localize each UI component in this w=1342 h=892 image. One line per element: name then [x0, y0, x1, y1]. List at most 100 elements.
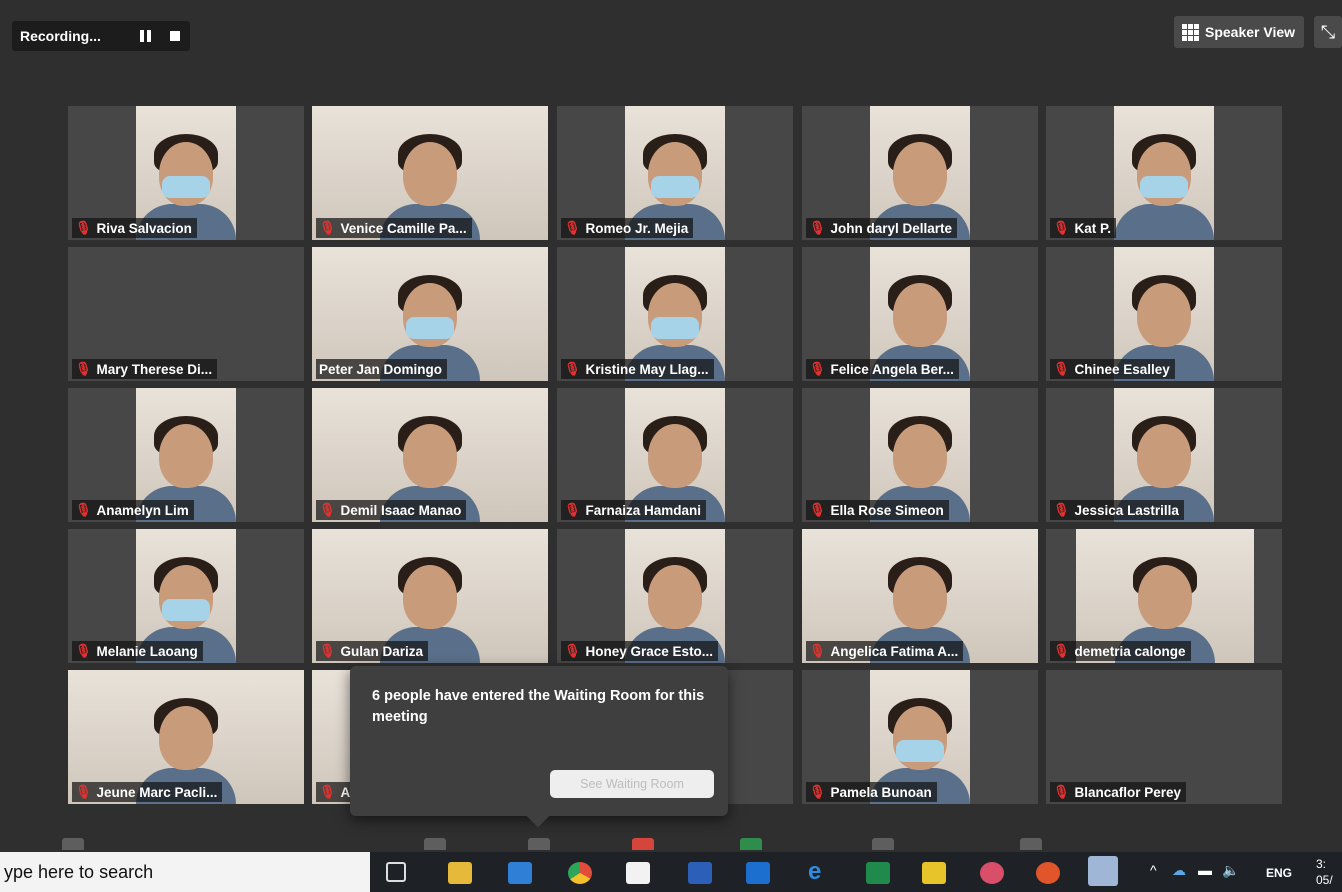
participant-name: demetria calonge [1074, 643, 1186, 659]
participant-nameplate: 🎙 Kat P. [1050, 218, 1117, 238]
participant-tile[interactable]: 🎙 Felice Angela Ber... [802, 247, 1038, 381]
participant-tile[interactable]: 🎙 Gulan Dariza [312, 529, 548, 663]
muted-mic-icon: 🎙 [564, 502, 581, 517]
participant-tile[interactable]: 🎙 demetria calonge [1046, 529, 1282, 663]
clock-date: 05/ [1316, 873, 1333, 887]
participant-tile[interactable]: 🎙 Pamela Bunoan [802, 670, 1038, 804]
gallery-grid-icon [1182, 23, 1199, 41]
participant-tile[interactable]: 🎙 Farnaiza Hamdani [557, 388, 793, 522]
participant-name: Blancaflor Perey [1074, 784, 1182, 800]
participant-tile[interactable]: 🎙 Kristine May Llag... [557, 247, 793, 381]
muted-mic-icon: 🎙 [75, 361, 92, 376]
participant-name: Peter Jan Domingo [319, 361, 443, 377]
clock-time: 3: [1316, 857, 1327, 871]
powerpoint-icon[interactable] [1036, 862, 1060, 884]
participant-nameplate: 🎙 Ella Rose Simeon [806, 500, 949, 520]
muted-mic-icon: 🎙 [75, 784, 92, 799]
participant-tile[interactable]: 🎙 John daryl Dellarte [802, 106, 1038, 240]
exit-fullscreen-icon: ⤡ [1320, 21, 1336, 42]
muted-mic-icon: 🎙 [809, 502, 826, 517]
task-view-icon[interactable] [386, 862, 406, 882]
participant-nameplate: 🎙 Anamelyn Lim [72, 500, 194, 520]
outlook-icon[interactable] [746, 862, 770, 884]
participants-icon[interactable] [528, 838, 550, 850]
chat-icon[interactable] [632, 838, 654, 850]
muted-mic-icon: 🎙 [75, 643, 92, 658]
edge-icon[interactable]: e [808, 858, 832, 885]
participant-tile[interactable]: 🎙 Jessica Lastrilla [1046, 388, 1282, 522]
record-icon[interactable] [872, 838, 894, 850]
participant-name: Ella Rose Simeon [830, 502, 944, 518]
participant-nameplate: 🎙 Venice Camille Pa... [316, 218, 472, 238]
mute-icon[interactable] [62, 838, 84, 850]
participant-nameplate: 🎙 Jeune Marc Pacli... [72, 782, 223, 802]
waiting-room-notification: 6 people have entered the Waiting Room f… [350, 666, 728, 816]
muted-mic-icon: 🎙 [564, 361, 581, 376]
share-screen-icon[interactable] [740, 838, 762, 850]
participant-name: Chinee Esalley [1074, 361, 1170, 377]
onedrive-icon[interactable]: ☁ [1172, 862, 1186, 879]
muted-mic-icon: 🎙 [319, 643, 336, 658]
participant-nameplate: 🎙 Chinee Esalley [1050, 359, 1175, 379]
volume-icon[interactable]: 🔈 [1222, 862, 1239, 879]
muted-mic-icon: 🎙 [75, 220, 92, 235]
participant-tile[interactable]: Peter Jan Domingo [312, 247, 548, 381]
chart-app-icon[interactable] [922, 862, 946, 884]
muted-mic-icon: 🎙 [319, 220, 336, 235]
speaker-view-button[interactable]: Speaker View [1174, 16, 1304, 48]
participant-tile[interactable]: 🎙 Mary Therese Di... [68, 247, 304, 381]
participant-nameplate: Peter Jan Domingo [316, 359, 448, 379]
network-icon[interactable]: ▬ [1198, 862, 1212, 878]
muted-mic-icon: 🎙 [1053, 643, 1070, 658]
taskbar-search-input[interactable]: ype here to search [0, 852, 370, 892]
participant-nameplate: 🎙 Pamela Bunoan [806, 782, 937, 802]
show-hidden-icons-icon[interactable]: ^ [1150, 862, 1157, 878]
muted-mic-icon: 🎙 [75, 502, 92, 517]
participant-name: Farnaiza Hamdani [585, 502, 702, 518]
paint-icon[interactable] [980, 862, 1004, 884]
participant-tile[interactable]: 🎙 Angelica Fatima A... [802, 529, 1038, 663]
reactions-icon[interactable] [1020, 838, 1042, 850]
participant-tile[interactable]: 🎙 Jeune Marc Pacli... [68, 670, 304, 804]
participant-tile[interactable]: 🎙 Ella Rose Simeon [802, 388, 1038, 522]
muted-mic-icon: 🎙 [319, 502, 336, 517]
participant-tile[interactable]: 🎙 Romeo Jr. Mejia [557, 106, 793, 240]
see-waiting-room-button[interactable]: See Waiting Room [550, 770, 714, 798]
participant-nameplate: 🎙 John daryl Dellarte [806, 218, 958, 238]
zoom-app-icon[interactable] [1088, 856, 1118, 886]
exit-fullscreen-button[interactable]: ⤡ [1314, 16, 1342, 48]
participant-name: Melanie Laoang [96, 643, 198, 659]
participant-nameplate: 🎙 Felice Angela Ber... [806, 359, 959, 379]
participant-tile[interactable]: 🎙 Anamelyn Lim [68, 388, 304, 522]
participant-tile[interactable]: 🎙 Chinee Esalley [1046, 247, 1282, 381]
file-explorer-icon[interactable] [448, 862, 472, 884]
chrome-icon[interactable] [568, 862, 592, 884]
participant-name: A [340, 784, 351, 800]
muted-mic-icon: 🎙 [564, 220, 581, 235]
participant-name: Kat P. [1074, 220, 1112, 236]
muted-mic-icon: 🎙 [809, 361, 826, 376]
word-icon[interactable] [688, 862, 712, 884]
speaker-view-label: Speaker View [1205, 24, 1296, 40]
stop-recording-button[interactable] [170, 29, 180, 43]
participant-tile[interactable]: 🎙 Riva Salvacion [68, 106, 304, 240]
excel-icon[interactable] [866, 862, 890, 884]
muted-mic-icon: 🎙 [809, 643, 826, 658]
participant-tile[interactable]: 🎙 Melanie Laoang [68, 529, 304, 663]
mail-icon[interactable] [508, 862, 532, 884]
taskbar-clock[interactable]: 3: 05/ [1316, 856, 1333, 888]
pause-recording-button[interactable] [140, 29, 151, 43]
participant-tile[interactable]: 🎙 Venice Camille Pa... [312, 106, 548, 240]
security-icon[interactable] [424, 838, 446, 850]
participant-tile[interactable]: 🎙 Demil Isaac Manao [312, 388, 548, 522]
participant-tile[interactable]: 🎙 Kat P. [1046, 106, 1282, 240]
muted-mic-icon: 🎙 [1053, 784, 1070, 799]
participant-nameplate: 🎙 Romeo Jr. Mejia [561, 218, 694, 238]
store-icon[interactable] [626, 862, 650, 884]
language-indicator[interactable]: ENG [1266, 866, 1292, 880]
participant-tile[interactable]: 🎙 Blancaflor Perey [1046, 670, 1282, 804]
participant-nameplate: 🎙 Kristine May Llag... [561, 359, 714, 379]
participant-name: Angelica Fatima A... [830, 643, 959, 659]
muted-mic-icon: 🎙 [809, 784, 826, 799]
participant-tile[interactable]: 🎙 Honey Grace Esto... [557, 529, 793, 663]
